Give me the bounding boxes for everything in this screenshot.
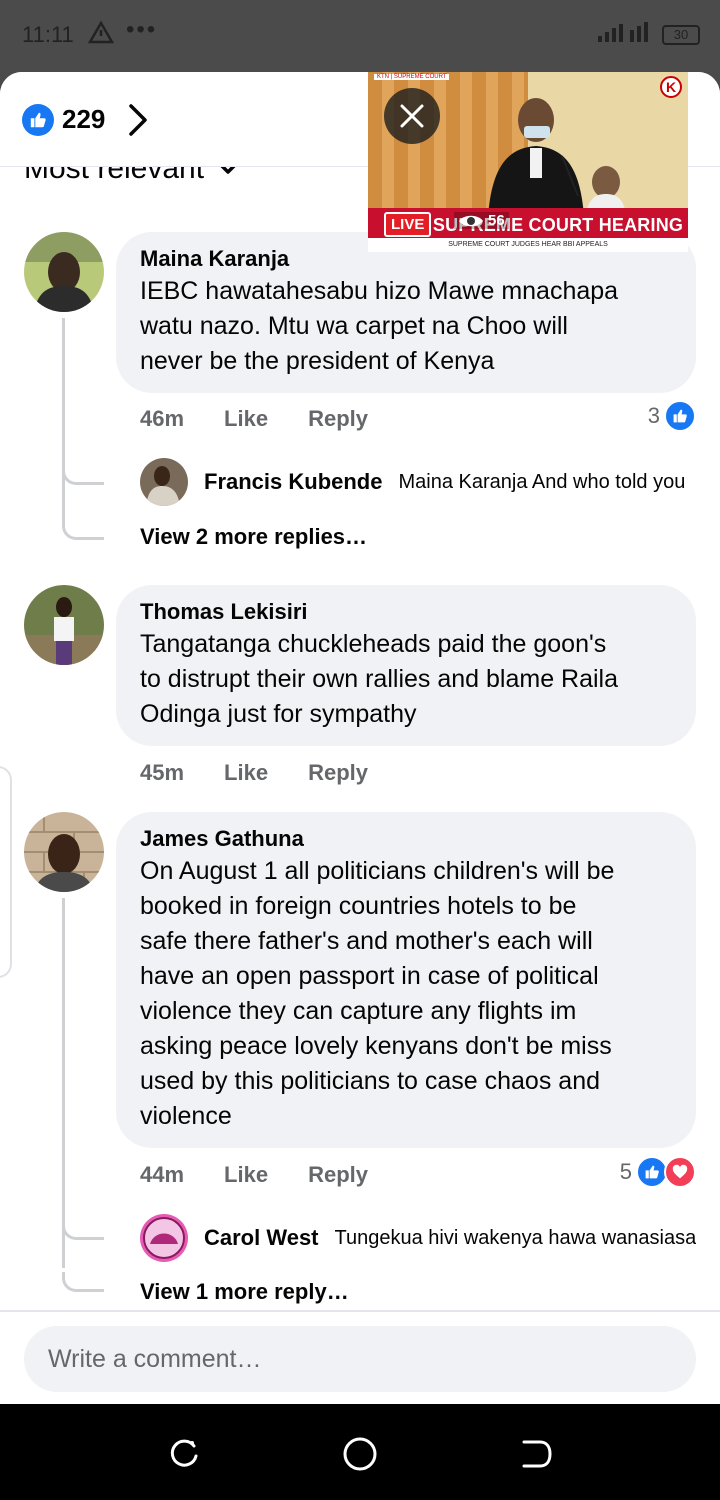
notification-dots-icon: ••• xyxy=(126,16,158,43)
reply-preview[interactable]: Carol West Tungekua hivi wakenya hawa wa… xyxy=(140,1214,700,1262)
comment-text: Tangatanga chuckleheads paid the goon's … xyxy=(140,630,619,728)
thread-connector xyxy=(62,1220,104,1240)
view-more-replies-link[interactable]: View 2 more replies… xyxy=(140,524,367,550)
thread-connector xyxy=(62,520,104,540)
comment-bubble[interactable]: Thomas Lekisiri Tangatanga chuckleheads … xyxy=(116,585,696,746)
judge-figure xyxy=(488,98,626,216)
like-button[interactable]: Like xyxy=(224,760,268,786)
status-icons: 30 xyxy=(596,20,700,49)
status-bar: 11:11 ••• 30 xyxy=(0,0,720,72)
view-more-replies-link[interactable]: View 1 more reply… xyxy=(140,1279,349,1305)
back-icon[interactable] xyxy=(518,1436,554,1472)
thread-line xyxy=(62,318,65,523)
avatar[interactable] xyxy=(24,812,104,892)
avatar[interactable] xyxy=(140,458,188,506)
avatar[interactable] xyxy=(24,232,104,312)
thread-connector xyxy=(62,465,104,485)
reaction-count: 3 xyxy=(647,403,660,428)
system-nav-bar xyxy=(0,1404,720,1500)
reaction-summary[interactable]: 3 xyxy=(648,400,696,432)
comment-author[interactable]: James Gathuna xyxy=(140,824,672,854)
comment-time: 45m xyxy=(140,760,185,785)
alert-triangle-icon xyxy=(87,20,115,49)
comment-actions: 44m Like Reply xyxy=(140,1162,368,1188)
comment-time: 44m xyxy=(140,1162,185,1187)
reply-text: Tungekua hivi wakenya hawa wanasiasa xyxy=(334,1226,697,1249)
like-reaction-icon xyxy=(664,400,696,432)
thread-line xyxy=(62,898,65,1268)
comments-sheet: 229 Most relevant KTN | SUPREME COURT K … xyxy=(0,72,720,1404)
comment-bubble[interactable]: James Gathuna On August 1 all politician… xyxy=(116,812,696,1148)
reply-text: Maina Karanja And who told you xyxy=(398,470,686,493)
reply-author[interactable]: Francis Kubende xyxy=(204,469,382,495)
close-icon xyxy=(400,104,424,128)
video-subline: SUPREME COURT JUDGES HEAR BBI APPEALS xyxy=(368,238,688,252)
reaction-summary[interactable]: 5 xyxy=(620,1156,696,1188)
comment-bubble[interactable]: Maina Karanja IEBC hawatahesabu hizo Maw… xyxy=(116,232,696,393)
close-video-button[interactable] xyxy=(384,88,440,144)
reply-preview[interactable]: Francis Kubende Maina Karanja And who to… xyxy=(140,458,700,506)
view-count: 56 xyxy=(488,212,505,229)
like-count[interactable]: 229 xyxy=(62,104,105,135)
battery-icon: 30 xyxy=(662,24,700,45)
live-badge: LIVE xyxy=(384,212,432,237)
like-button[interactable]: Like xyxy=(224,1162,268,1188)
comment-text: IEBC hawatahesabu hizo Mawe mnachapa wat… xyxy=(140,277,619,375)
live-video-player[interactable]: KTN | SUPREME COURT K SUPREME COURT HEAR… xyxy=(368,72,688,252)
status-time: 11:11 xyxy=(22,22,74,47)
reply-button[interactable]: Reply xyxy=(308,406,368,432)
avatar[interactable] xyxy=(140,1214,188,1262)
comment-composer xyxy=(0,1310,720,1404)
reply-author[interactable]: Carol West xyxy=(204,1225,319,1251)
recent-apps-icon[interactable] xyxy=(166,1436,202,1472)
eye-icon xyxy=(459,215,483,226)
signal-icon xyxy=(596,20,654,49)
thread-connector xyxy=(62,1272,104,1292)
reaction-count: 5 xyxy=(619,1159,632,1184)
comment-time: 46m xyxy=(140,406,185,431)
home-icon[interactable] xyxy=(342,1436,378,1472)
reply-button[interactable]: Reply xyxy=(308,1162,368,1188)
view-counter: 56 xyxy=(454,212,509,229)
reply-button[interactable]: Reply xyxy=(308,760,368,786)
avatar[interactable] xyxy=(24,585,104,665)
like-reaction-icon xyxy=(22,104,54,136)
comment-actions: 45m Like Reply xyxy=(140,760,368,786)
comment-text: On August 1 all politicians children's w… xyxy=(140,857,615,1130)
comment-input[interactable] xyxy=(24,1326,696,1392)
side-drawer-handle[interactable] xyxy=(0,766,12,978)
channel-tag: KTN | SUPREME COURT xyxy=(374,74,450,80)
chevron-right-icon[interactable] xyxy=(126,102,150,143)
heart-reaction-icon xyxy=(664,1156,696,1188)
comment-author[interactable]: Thomas Lekisiri xyxy=(140,597,672,627)
like-button[interactable]: Like xyxy=(224,406,268,432)
comment-actions: 46m Like Reply xyxy=(140,406,368,432)
channel-logo-icon: K xyxy=(660,76,682,98)
